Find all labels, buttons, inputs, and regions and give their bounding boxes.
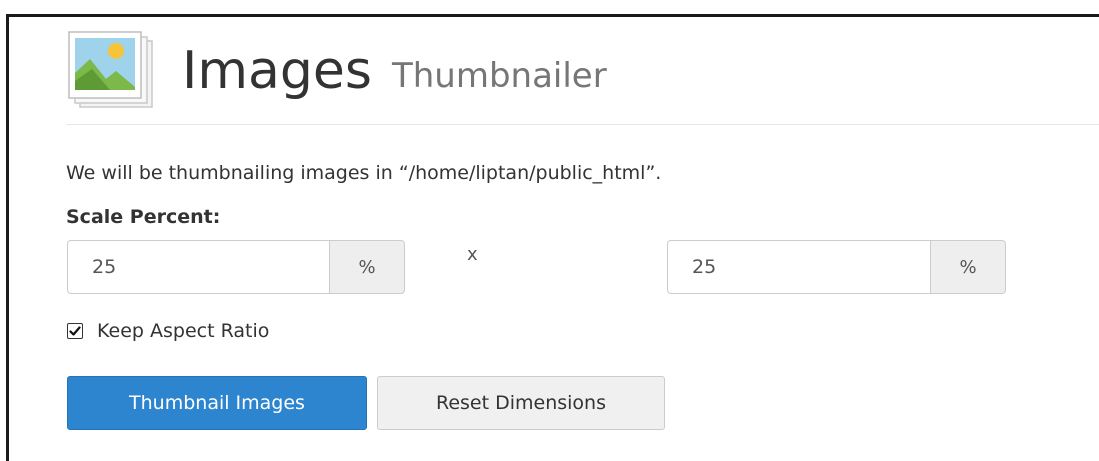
keep-aspect-label[interactable]: Keep Aspect Ratio	[97, 320, 269, 342]
height-percent-addon: %	[930, 240, 1006, 294]
keep-aspect-row: Keep Aspect Ratio	[67, 320, 269, 342]
header-divider	[66, 124, 1099, 125]
page-title: Images	[182, 41, 372, 101]
thumbnail-images-button[interactable]: Thumbnail Images	[67, 376, 367, 430]
intro-text: We will be thumbnailing images in “/home…	[66, 162, 662, 184]
page-subtitle: Thumbnailer	[391, 56, 607, 96]
width-scale-input[interactable]	[67, 240, 329, 294]
checkmark-icon	[69, 326, 81, 336]
keep-aspect-checkbox[interactable]	[67, 323, 83, 339]
height-scale-group: %	[667, 240, 1006, 294]
page-header: Images Thumbnailer	[66, 26, 607, 116]
height-scale-input[interactable]	[667, 240, 930, 294]
dimension-separator: x	[467, 244, 478, 265]
width-percent-addon: %	[329, 240, 405, 294]
width-scale-group: %	[67, 240, 405, 294]
scale-percent-label: Scale Percent:	[66, 206, 221, 228]
images-app-icon	[68, 31, 153, 108]
reset-dimensions-button[interactable]: Reset Dimensions	[377, 376, 665, 430]
